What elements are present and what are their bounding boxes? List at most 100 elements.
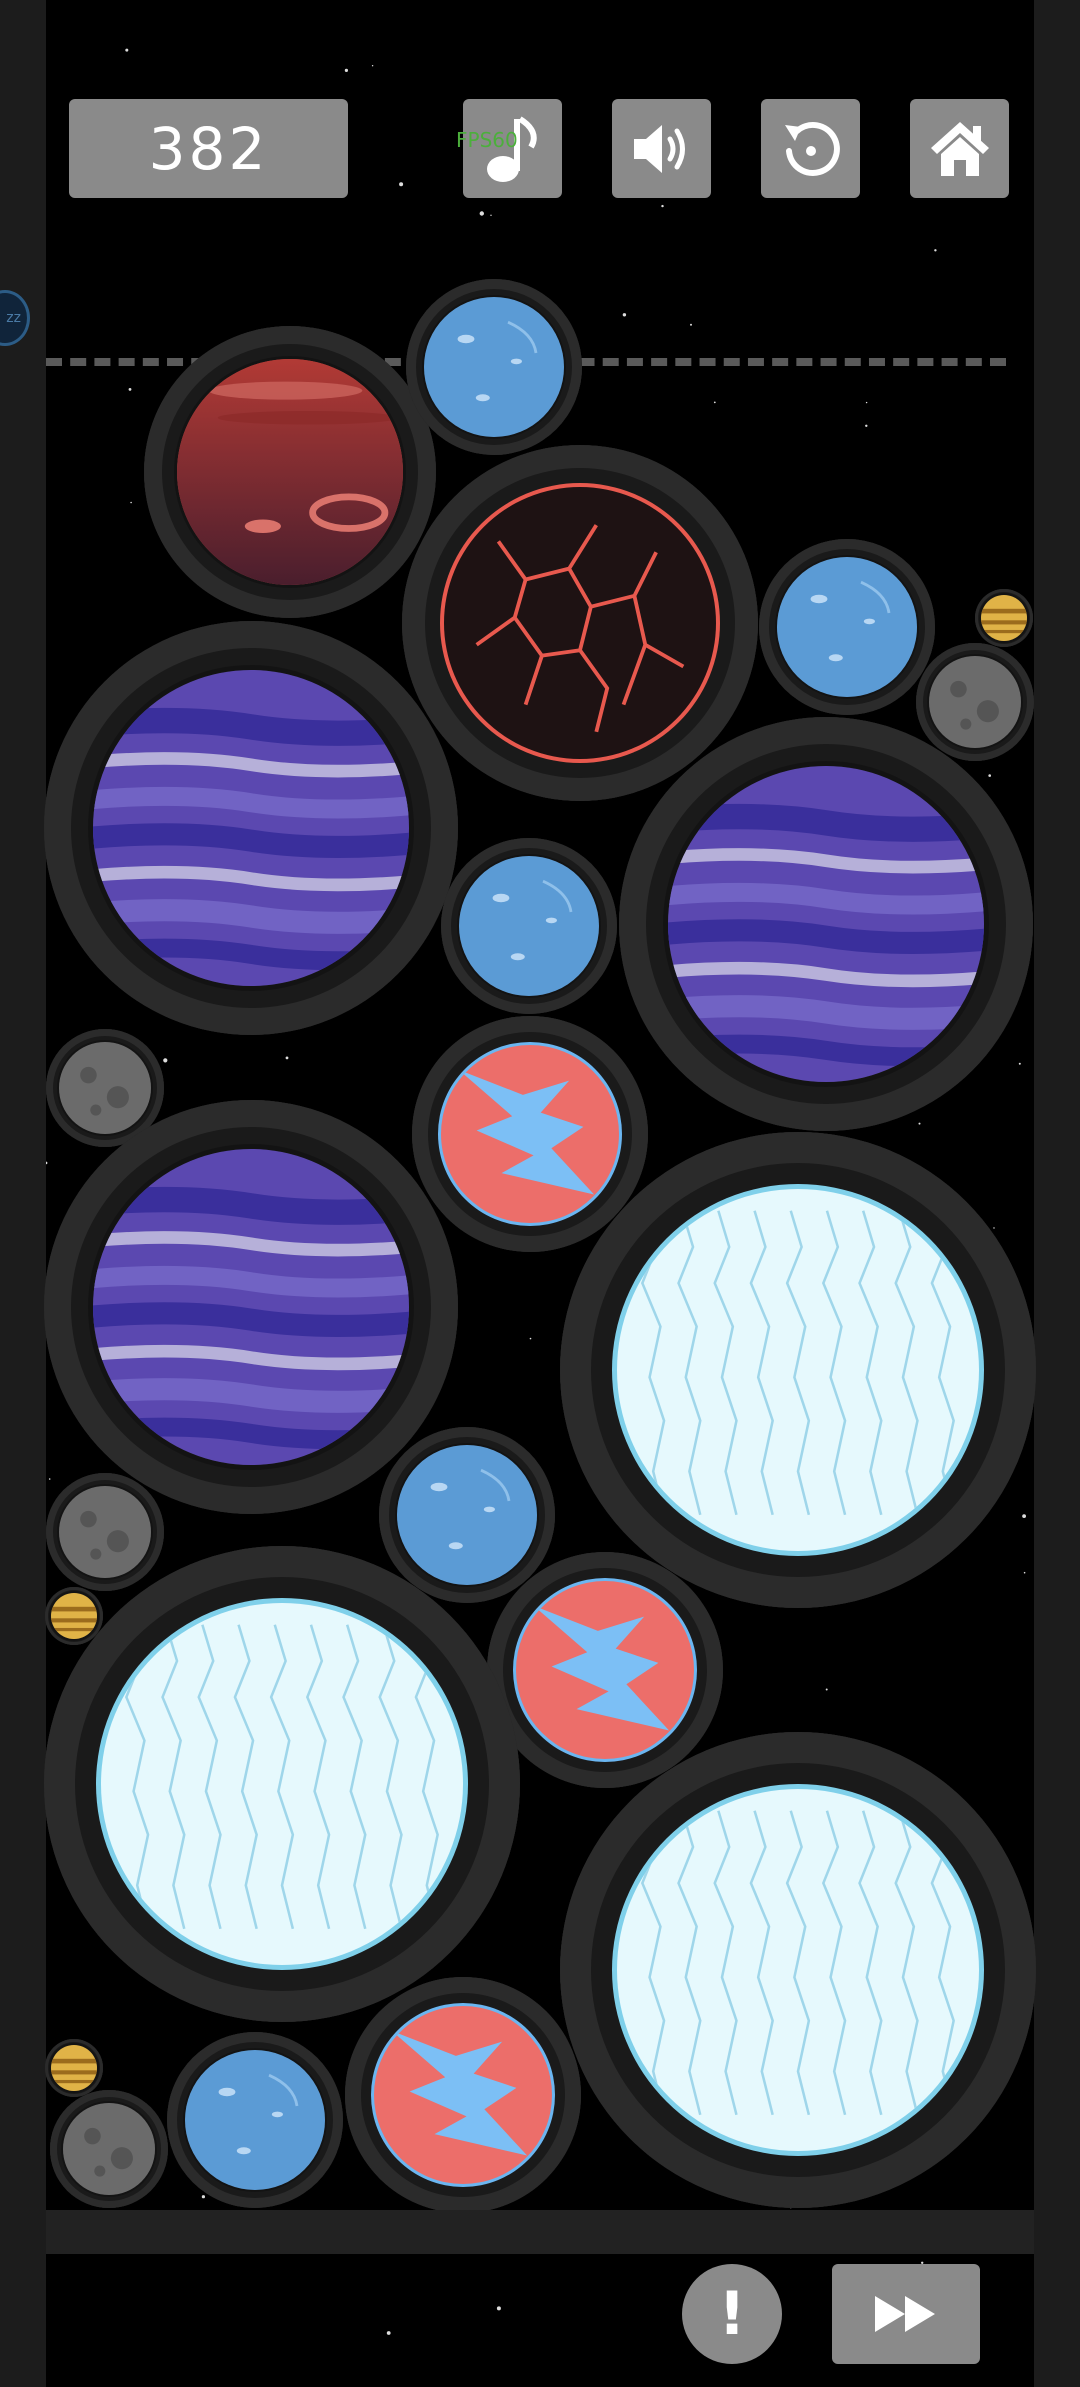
star	[529, 1337, 532, 1340]
ice-surface	[640, 1210, 955, 1516]
planet-lava	[402, 445, 758, 801]
planet-coral	[487, 1552, 723, 1788]
water-planet-body	[185, 2050, 325, 2190]
gas-planet-body	[93, 1149, 409, 1465]
lava-planet-body	[444, 487, 716, 759]
star	[993, 1227, 995, 1229]
water-surface	[810, 580, 891, 662]
water-planet-body	[459, 856, 599, 996]
star	[285, 1056, 289, 1060]
star	[865, 401, 868, 404]
ice-planet-body	[101, 1603, 463, 1965]
coral-planet-body	[374, 2006, 552, 2184]
planet-water	[759, 539, 935, 715]
water-planet-body	[424, 297, 564, 437]
sound-button[interactable]	[612, 99, 711, 198]
info-button[interactable]: !	[682, 2264, 782, 2364]
planet-moon	[46, 1473, 164, 1591]
coral-planet-body	[441, 1045, 619, 1223]
water-planet-body	[777, 557, 917, 697]
score-display: 382	[69, 99, 348, 198]
moon-planet-body	[59, 1486, 151, 1578]
fast-forward-button[interactable]	[832, 2264, 980, 2364]
fast-forward-icon	[875, 2296, 935, 2332]
star	[399, 182, 404, 187]
mars-planet-body	[177, 359, 403, 585]
star	[201, 2195, 205, 2199]
planet-ice	[560, 1132, 1036, 1608]
gas-planet-body	[668, 766, 984, 1082]
gas-surface	[668, 803, 984, 1067]
water-surface	[492, 879, 573, 961]
speaker-icon	[633, 124, 685, 173]
planet-water	[167, 2032, 343, 2208]
moon-surface	[80, 1066, 129, 1116]
sun-planet-body	[981, 595, 1027, 641]
sun-planet-body	[51, 1593, 97, 1639]
star	[128, 388, 132, 391]
planet-mars	[144, 326, 436, 618]
ice-surface	[640, 1810, 955, 2116]
star	[622, 313, 627, 317]
water-planet-body	[397, 1445, 537, 1585]
planet-sun	[975, 589, 1033, 647]
lava-surface	[475, 524, 685, 733]
star	[46, 1161, 48, 1165]
star	[386, 2331, 391, 2335]
planet-moon	[916, 643, 1034, 761]
planet-water	[379, 1427, 555, 1603]
restart-button[interactable]	[761, 99, 860, 198]
planet-gas	[44, 1100, 458, 1514]
moon-surface	[950, 680, 999, 730]
water-surface	[457, 320, 538, 402]
star	[934, 249, 937, 252]
star	[661, 204, 664, 208]
star	[988, 774, 991, 777]
star	[496, 2306, 501, 2311]
planet-gas	[44, 621, 458, 1035]
moon-planet-body	[59, 1042, 151, 1134]
star	[865, 424, 868, 427]
home-button[interactable]	[910, 99, 1009, 198]
gas-surface	[93, 707, 409, 971]
coral-surface	[458, 1069, 595, 1195]
star	[713, 401, 716, 404]
star	[1022, 1514, 1026, 1518]
star	[130, 501, 132, 504]
coral-planet-body	[516, 1581, 694, 1759]
planet-water	[441, 838, 617, 1014]
star	[163, 1058, 168, 1063]
star	[1023, 1571, 1026, 1574]
score-value: 382	[148, 114, 269, 183]
planet-ice	[44, 1546, 520, 2022]
moon-surface	[84, 2127, 133, 2177]
restart-icon	[784, 121, 840, 176]
mars-surface	[177, 359, 403, 585]
star	[344, 68, 348, 72]
planet-coral	[412, 1016, 648, 1252]
game-stage: { "hud": { "score": "382", "fps_label": …	[0, 0, 1080, 2387]
coral-surface	[533, 1605, 670, 1731]
star	[479, 211, 484, 216]
planet-gas	[619, 717, 1033, 1131]
gas-surface	[93, 1186, 409, 1450]
edge-marker-text: zz	[6, 310, 21, 326]
home-icon	[930, 121, 989, 176]
star	[825, 1688, 828, 1691]
star	[490, 214, 492, 216]
planet-ice	[560, 1732, 1036, 2208]
planet-sun	[45, 2039, 103, 2097]
planet-moon	[50, 2090, 168, 2208]
ice-surface	[124, 1624, 439, 1930]
left-wall	[0, 0, 46, 2387]
moon-surface	[80, 1510, 129, 1560]
sun-surface	[981, 608, 1027, 634]
ice-planet-body	[617, 1189, 979, 1551]
gas-planet-body	[93, 670, 409, 986]
sun-surface	[51, 2058, 97, 2084]
star	[918, 1122, 921, 1125]
planet-coral	[345, 1977, 581, 2213]
moon-planet-body	[929, 656, 1021, 748]
right-wall	[1034, 0, 1080, 2387]
info-label: !	[718, 2279, 746, 2349]
